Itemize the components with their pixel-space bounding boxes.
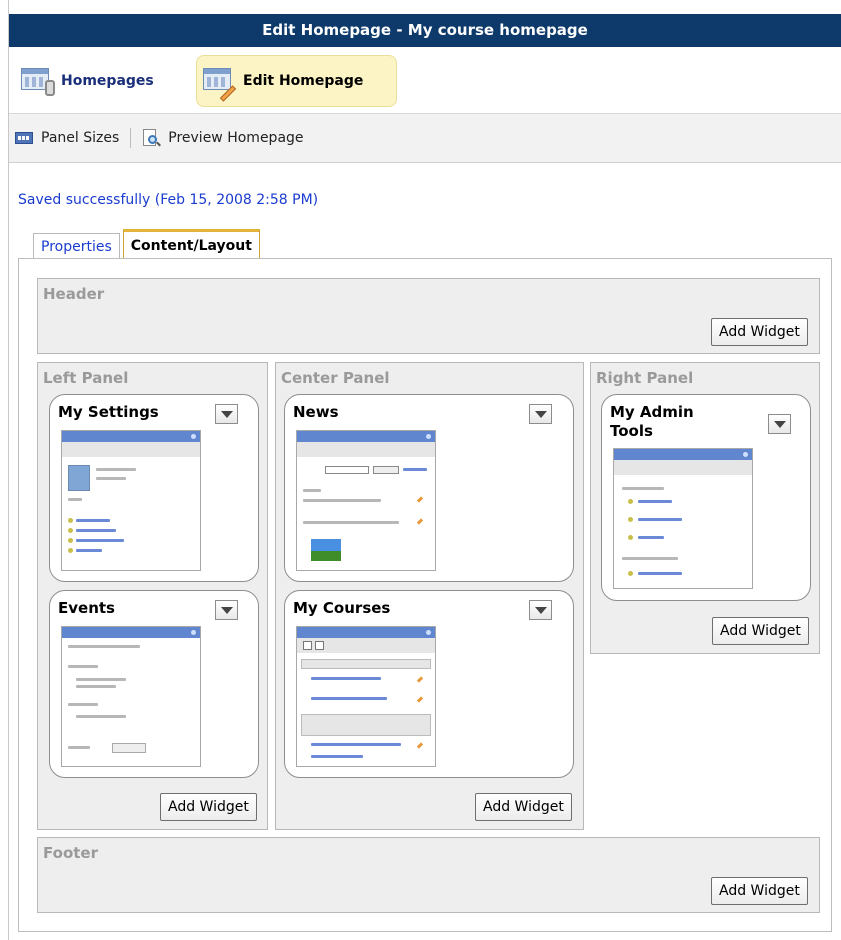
widget-title: Events bbox=[58, 599, 115, 617]
panel-sizes-label: Panel Sizes bbox=[41, 130, 120, 146]
widget-news[interactable]: News bbox=[284, 394, 574, 582]
add-widget-button[interactable]: Add Widget bbox=[160, 793, 257, 821]
toolbar: Panel Sizes Preview Homepage bbox=[9, 114, 841, 163]
window-title: Edit Homepage - My course homepage bbox=[9, 14, 841, 47]
widget-events[interactable]: Events bbox=[49, 590, 259, 778]
add-widget-button[interactable]: Add Widget bbox=[475, 793, 572, 821]
edit-homepage-icon bbox=[203, 66, 237, 102]
region-title: Header bbox=[43, 285, 105, 303]
homepages-nav-item[interactable]: Homepages bbox=[15, 55, 185, 107]
chevron-down-icon[interactable] bbox=[768, 414, 791, 434]
widget-my-admin-tools[interactable]: My Admin Tools bbox=[601, 394, 811, 601]
chevron-down-icon[interactable] bbox=[529, 404, 552, 424]
panel-sizes-button[interactable]: Panel Sizes bbox=[15, 130, 119, 146]
region-title: Right Panel bbox=[596, 369, 694, 387]
region-title: Left Panel bbox=[43, 369, 129, 387]
region-title: Footer bbox=[43, 844, 98, 862]
widget-title: My Settings bbox=[58, 403, 159, 421]
nav-bar: Homepages Edit Homepage bbox=[9, 47, 841, 114]
widget-preview-image bbox=[61, 626, 201, 767]
center-panel: Center Panel News My Courses Add Widget bbox=[275, 362, 584, 830]
tab-content-layout[interactable]: Content/Layout bbox=[122, 229, 260, 259]
left-panel: Left Panel My Settings Events Add Widget bbox=[37, 362, 268, 830]
preview-homepage-button[interactable]: Preview Homepage bbox=[142, 128, 304, 148]
widget-preview-image bbox=[296, 626, 436, 767]
footer-region: Footer Add Widget bbox=[37, 837, 820, 913]
add-widget-button[interactable]: Add Widget bbox=[712, 617, 809, 645]
region-title: Center Panel bbox=[281, 369, 390, 387]
edit-homepage-nav-item[interactable]: Edit Homepage bbox=[196, 55, 397, 107]
widget-title: My Admin Tools bbox=[610, 403, 694, 440]
widget-preview-image bbox=[296, 430, 436, 571]
widget-preview-image bbox=[613, 448, 753, 589]
header-region: Header Add Widget bbox=[37, 278, 820, 354]
right-panel: Right Panel My Admin Tools Add Widget bbox=[590, 362, 820, 654]
edit-homepage-label: Edit Homepage bbox=[243, 73, 364, 89]
widget-my-settings[interactable]: My Settings bbox=[49, 394, 259, 582]
homepages-label: Homepages bbox=[61, 73, 154, 89]
save-status-message: Saved successfully (Feb 15, 2008 2:58 PM… bbox=[18, 192, 319, 208]
widget-title: News bbox=[293, 403, 339, 421]
homepages-icon bbox=[21, 66, 55, 96]
tab-bar: Properties Content/Layout bbox=[33, 229, 263, 259]
chevron-down-icon[interactable] bbox=[529, 600, 552, 620]
widget-title: My Courses bbox=[293, 599, 391, 617]
tab-properties[interactable]: Properties bbox=[33, 233, 120, 259]
preview-icon bbox=[142, 128, 162, 148]
add-widget-button[interactable]: Add Widget bbox=[711, 318, 808, 346]
chevron-down-icon[interactable] bbox=[215, 600, 238, 620]
panel-sizes-icon bbox=[15, 132, 33, 144]
widget-preview-image bbox=[61, 430, 201, 571]
preview-homepage-label: Preview Homepage bbox=[168, 130, 304, 146]
chevron-down-icon[interactable] bbox=[215, 404, 238, 424]
add-widget-button[interactable]: Add Widget bbox=[711, 877, 808, 905]
widget-my-courses[interactable]: My Courses bbox=[284, 590, 574, 778]
toolbar-divider bbox=[130, 128, 132, 148]
